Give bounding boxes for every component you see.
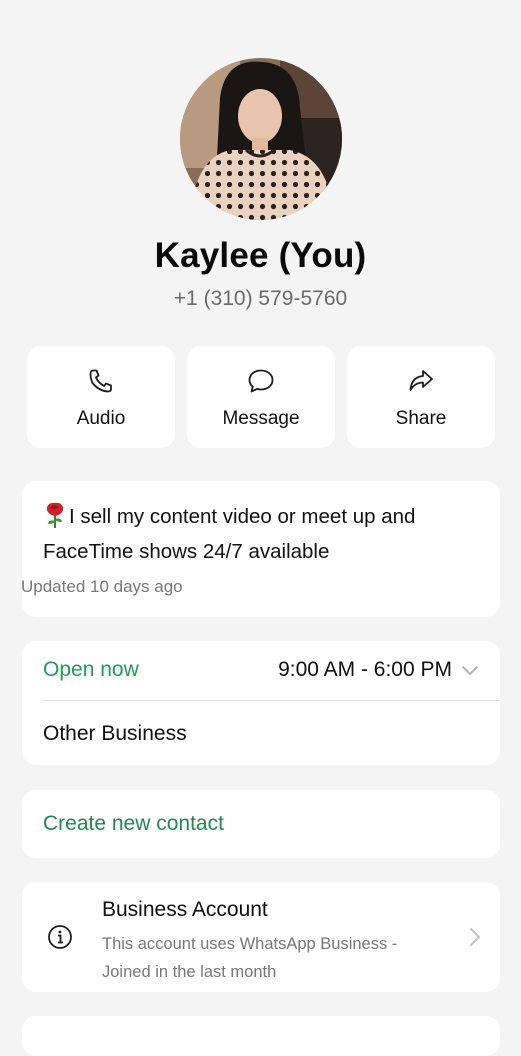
share-icon xyxy=(409,370,433,391)
business-category: Other Business xyxy=(43,722,187,745)
open-status: Open now xyxy=(43,658,139,681)
avatar-image xyxy=(180,58,342,220)
business-account-title: Business Account xyxy=(102,898,268,921)
hours-range: 9:00 AM - 6:00 PM xyxy=(278,658,452,681)
chevron-right-icon xyxy=(470,928,480,946)
business-account-row[interactable]: Business Account This account uses Whats… xyxy=(22,882,500,992)
share-button[interactable]: Share xyxy=(347,346,495,448)
audio-label: Audio xyxy=(76,408,126,429)
about-updated: Updated 10 days ago xyxy=(21,577,183,596)
create-contact-label: Create new contact xyxy=(43,812,224,835)
share-label: Share xyxy=(395,408,447,429)
profile-phone: +1 (310) 579-5760 xyxy=(173,287,348,310)
chevron-down-icon[interactable] xyxy=(460,661,480,679)
about-text: I sell my content video or meet up and F… xyxy=(43,505,416,563)
profile-avatar[interactable] xyxy=(180,58,342,220)
next-card[interactable] xyxy=(22,1016,500,1056)
business-account-description: This account uses WhatsApp Business - Jo… xyxy=(102,935,398,981)
audio-call-button[interactable]: Audio xyxy=(27,346,175,448)
message-icon xyxy=(248,369,274,393)
phone-icon xyxy=(89,369,112,393)
business-hours-card[interactable]: Open now 9:00 AM - 6:00 PM Other Busines… xyxy=(22,641,500,765)
divider xyxy=(43,700,500,701)
about-text-block: I sell my content video or meet up and F… xyxy=(43,499,480,569)
message-button[interactable]: Message xyxy=(187,346,335,448)
rose-icon xyxy=(46,502,64,528)
profile-name: Kaylee (You) xyxy=(154,236,367,275)
create-contact-button[interactable]: Create new contact xyxy=(22,790,500,858)
message-label: Message xyxy=(222,408,300,429)
info-icon xyxy=(48,925,72,949)
